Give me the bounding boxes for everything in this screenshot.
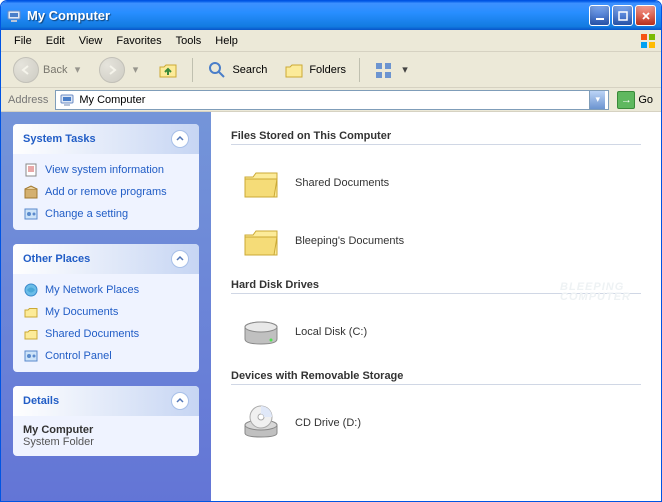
windows-flag-icon — [639, 32, 657, 50]
section-heading: Hard Disk Drives — [231, 279, 641, 294]
section-heading: Files Stored on This Computer — [231, 130, 641, 145]
menu-edit[interactable]: Edit — [39, 32, 72, 50]
details-panel: Details My Computer System Folder — [13, 386, 199, 456]
window: My Computer File Edit View Favorites Too… — [0, 0, 662, 502]
link-label: Shared Documents — [45, 328, 139, 340]
go-label: Go — [638, 94, 653, 106]
collapse-icon — [171, 250, 189, 268]
link-label: View system information — [45, 164, 164, 176]
hdd-icon — [241, 312, 281, 352]
link-label: My Network Places — [45, 284, 139, 296]
menubar: File Edit View Favorites Tools Help — [1, 30, 661, 52]
cd-icon — [241, 403, 281, 443]
item-label: Shared Documents — [295, 177, 389, 189]
titlebar[interactable]: My Computer — [1, 1, 661, 30]
separator — [192, 58, 193, 82]
system-tasks-panel: System Tasks View system information Add… — [13, 124, 199, 230]
maximize-button[interactable] — [612, 5, 633, 26]
link-label: Change a setting — [45, 208, 128, 220]
local-disk-item[interactable]: Local Disk (C:) — [231, 306, 641, 364]
collapse-icon — [171, 392, 189, 410]
folder-icon — [241, 221, 281, 261]
link-label: My Documents — [45, 306, 118, 318]
go-arrow-icon: → — [617, 91, 635, 109]
panel-title: Details — [23, 395, 59, 407]
search-icon — [206, 59, 228, 81]
folders-icon — [283, 59, 305, 81]
panel-title: System Tasks — [23, 133, 96, 145]
view-system-info-link[interactable]: View system information — [23, 162, 189, 178]
window-title: My Computer — [27, 8, 589, 23]
toolbar: Back ▾ ▾ Search Folders ▾ — [1, 52, 661, 88]
folder-icon — [23, 304, 39, 320]
shared-documents-item[interactable]: Shared Documents — [231, 157, 641, 215]
computer-icon — [6, 8, 22, 24]
forward-dropdown-icon: ▾ — [129, 58, 141, 82]
forward-arrow-icon — [99, 57, 125, 83]
search-label: Search — [232, 64, 267, 76]
add-remove-programs-link[interactable]: Add or remove programs — [23, 184, 189, 200]
menu-tools[interactable]: Tools — [169, 32, 209, 50]
item-label: Local Disk (C:) — [295, 326, 367, 338]
collapse-icon — [171, 130, 189, 148]
folders-label: Folders — [309, 64, 346, 76]
up-button[interactable] — [151, 55, 185, 85]
system-tasks-header[interactable]: System Tasks — [13, 124, 199, 154]
folder-up-icon — [157, 59, 179, 81]
computer-icon — [59, 92, 75, 108]
cd-drive-item[interactable]: CD Drive (D:) — [231, 397, 641, 455]
package-icon — [23, 184, 39, 200]
separator — [359, 58, 360, 82]
back-dropdown-icon: ▾ — [71, 58, 83, 82]
menu-view[interactable]: View — [72, 32, 110, 50]
details-header[interactable]: Details — [13, 386, 199, 416]
address-bar: Address My Computer ▾ → Go — [1, 88, 661, 112]
my-documents-link[interactable]: My Documents — [23, 304, 189, 320]
details-type: System Folder — [23, 436, 189, 448]
minimize-button[interactable] — [589, 5, 610, 26]
details-name: My Computer — [23, 424, 189, 436]
back-button[interactable]: Back ▾ — [7, 53, 89, 87]
menu-file[interactable]: File — [7, 32, 39, 50]
panel-title: Other Places — [23, 253, 90, 265]
views-button[interactable]: ▾ — [367, 54, 417, 86]
other-places-panel: Other Places My Network Places My Docume… — [13, 244, 199, 372]
address-dropdown-icon[interactable]: ▾ — [589, 91, 605, 109]
shared-documents-link[interactable]: Shared Documents — [23, 326, 189, 342]
address-value: My Computer — [79, 94, 145, 106]
item-label: CD Drive (D:) — [295, 417, 361, 429]
back-label: Back — [43, 64, 67, 76]
other-places-header[interactable]: Other Places — [13, 244, 199, 274]
change-setting-link[interactable]: Change a setting — [23, 206, 189, 222]
section-heading: Devices with Removable Storage — [231, 370, 641, 385]
control-panel-link[interactable]: Control Panel — [23, 348, 189, 364]
views-dropdown-icon: ▾ — [399, 58, 411, 82]
link-label: Add or remove programs — [45, 186, 167, 198]
views-icon — [373, 59, 395, 81]
address-input[interactable]: My Computer ▾ — [55, 90, 609, 110]
search-button[interactable]: Search — [200, 55, 273, 85]
control-panel-icon — [23, 206, 39, 222]
address-label: Address — [5, 94, 51, 106]
menu-help[interactable]: Help — [208, 32, 245, 50]
main-pane: BLEEPING COMPUTER Files Stored on This C… — [211, 112, 661, 501]
back-arrow-icon — [13, 57, 39, 83]
folder-icon — [23, 326, 39, 342]
item-label: Bleeping's Documents — [295, 235, 404, 247]
menu-favorites[interactable]: Favorites — [109, 32, 168, 50]
sidebar: System Tasks View system information Add… — [1, 112, 211, 501]
content-area: System Tasks View system information Add… — [1, 112, 661, 501]
network-places-link[interactable]: My Network Places — [23, 282, 189, 298]
network-icon — [23, 282, 39, 298]
close-button[interactable] — [635, 5, 656, 26]
go-button[interactable]: → Go — [613, 90, 657, 110]
user-documents-item[interactable]: Bleeping's Documents — [231, 215, 641, 273]
folder-icon — [241, 163, 281, 203]
folders-button[interactable]: Folders — [277, 55, 352, 85]
forward-button[interactable]: ▾ — [93, 53, 147, 87]
link-label: Control Panel — [45, 350, 112, 362]
control-panel-icon — [23, 348, 39, 364]
document-icon — [23, 162, 39, 178]
